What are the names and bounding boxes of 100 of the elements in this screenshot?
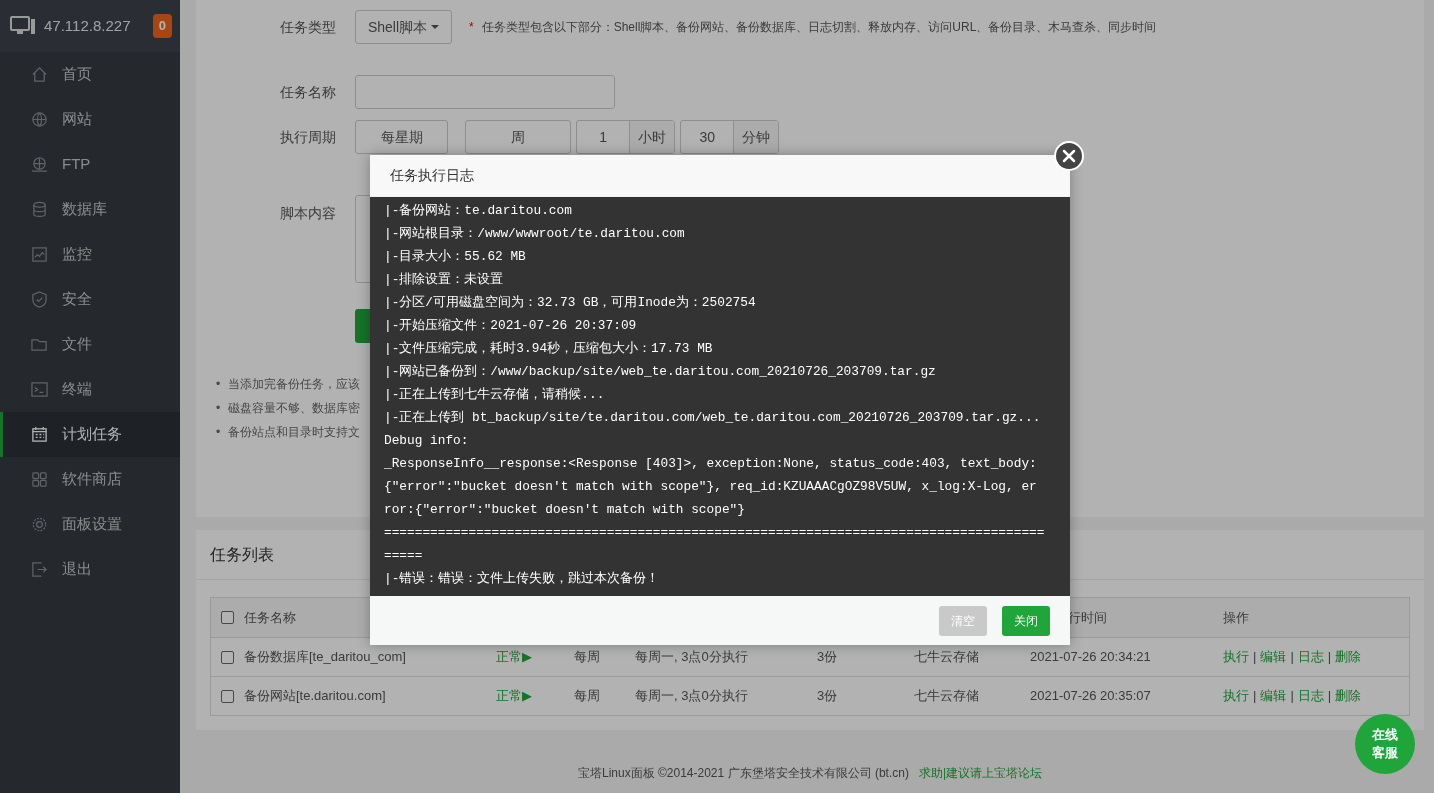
action-link[interactable]: 执行 [1223, 649, 1249, 665]
forum-link[interactable]: 求助|建议请上宝塔论坛 [918, 764, 1043, 782]
dialog-title: 任务执行日志 [390, 166, 474, 185]
separator: | [1253, 649, 1257, 665]
table-cell: 每周 [574, 688, 600, 704]
table-cell: 备份网站[te.daritou.com] [244, 688, 386, 704]
action-link[interactable]: 日志 [1297, 649, 1324, 665]
table-cell: 3份 [817, 649, 838, 665]
sidebar-item[interactable]: 计划任务 [0, 412, 180, 457]
copyright-text: 宝塔Linux面板 ©2014-2021 广东堡塔安全技术有限公司 (bt.cn) [577, 765, 909, 782]
server-ip: 47.112.8.227 [44, 15, 131, 36]
table-cell: 正常▶ [496, 688, 532, 704]
table-cell: 备份数据库[te_daritou_com] [244, 649, 406, 665]
required-mark: * [469, 19, 474, 36]
sidebar-item[interactable]: 终端 [0, 367, 180, 412]
close-button[interactable]: 关闭 [1002, 605, 1050, 636]
action-link[interactable]: 编辑 [1260, 688, 1287, 704]
log-line: |-网站根目录：/www/wwwroot/te.daritou.com [384, 225, 686, 243]
type-note: 任务类型包含以下部分：Shell脚本、备份网站、备份数据库、日志切割、释放内存、访问URL、备份目录、木马查杀、同步时间 [481, 19, 1157, 36]
sidebar-item[interactable]: 数据库 [0, 187, 180, 232]
bullet: • [216, 376, 221, 393]
field-label: 执行周期 [280, 127, 337, 147]
monitor-icon [10, 16, 36, 36]
table-cell: 七牛云存储 [914, 688, 979, 704]
tip-text: 备份站点和目录时支持文 [228, 424, 361, 441]
terminal-icon [31, 381, 48, 398]
sidebar-item[interactable]: 面板设置 [0, 502, 180, 547]
table-cell: 正常▶ [496, 649, 532, 665]
log-line: ====================================================================================== [384, 524, 1046, 542]
checkbox[interactable] [221, 689, 234, 703]
log-line: |-正在上传到 bt_backup/site/te.daritou.com/web_te.daritou.com_20210726_203709.tar.gz... [384, 409, 1042, 427]
online-support-button[interactable]: 在线客服 [1355, 714, 1415, 774]
sidebar-item[interactable]: 首页 [0, 52, 180, 97]
sidebar-item[interactable]: 网站 [0, 97, 180, 142]
log-line: |-错误：错误：文件上传失败，跳过本次备份！ [384, 570, 661, 588]
sidebar-item[interactable]: 文件 [0, 322, 180, 367]
action-link[interactable]: 删除 [1335, 649, 1362, 665]
grid-icon [31, 471, 48, 488]
shield-icon [31, 291, 48, 308]
separator: | [1290, 688, 1294, 704]
separator: | [1327, 688, 1332, 704]
globe-icon [31, 156, 48, 173]
log-line: |-文件压缩完成，耗时3.94秒，压缩包大小：17.73 MB [384, 340, 714, 358]
home-icon [31, 66, 48, 83]
log-line: Debug info: [384, 432, 470, 450]
column-header: 任务名称 [244, 609, 296, 625]
table-cell: 每周 [574, 649, 600, 665]
log-line: |-正在上传到七牛云存储，请稍候... [384, 386, 606, 404]
close-icon[interactable] [1054, 141, 1084, 171]
notification-count[interactable]: 0 [152, 14, 172, 38]
task-name-field[interactable] [355, 75, 615, 109]
table-cell: 七牛云存储 [914, 649, 979, 665]
bullet: • [216, 424, 221, 441]
table-cell: 每周一, 3点0分执行 [635, 649, 748, 665]
log-line: ror:{"error":"bucket doesn't match with scope"} [384, 501, 746, 519]
bullet: • [216, 400, 221, 417]
period-input[interactable]: 30 分钟 [680, 120, 779, 154]
checkbox[interactable] [221, 650, 234, 664]
table-cell: 2021-07-26 20:34:21 [1030, 649, 1151, 665]
tip-text: 磁盘容量不够、数据库密 [228, 400, 361, 417]
task-type-dropdown[interactable]: Shell脚本 [355, 10, 452, 44]
sidebar-item[interactable]: 安全 [0, 277, 180, 322]
sidebar-item[interactable]: 监控 [0, 232, 180, 277]
field-label: 任务类型 [280, 17, 337, 37]
folder-icon [31, 336, 48, 353]
sidebar-item[interactable]: FTP [0, 142, 180, 187]
table-cell: 3份 [817, 688, 838, 704]
log-line: _ResponseInfo__response:<Response [403]>, exception:None, status_code:403, text_body: [384, 455, 1038, 473]
globe-icon [31, 111, 48, 128]
panel-title: 任务列表 [210, 544, 274, 565]
period-dropdown[interactable]: 每星期 [355, 120, 448, 154]
action-link[interactable]: 执行 [1223, 688, 1249, 704]
field-label: 脚本内容 [280, 204, 337, 223]
checkbox[interactable] [221, 611, 234, 624]
caret-icon [431, 25, 440, 29]
log-line: |-网站已备份到：/www/backup/site/web_te.daritou.com_20210726_203709.tar.gz [384, 363, 937, 381]
action-link[interactable]: 日志 [1297, 688, 1324, 704]
log-line: |-目录大小：55.62 MB [384, 248, 527, 266]
logout-icon [31, 561, 48, 578]
separator: | [1290, 649, 1294, 665]
column-header: 操作 [1223, 609, 1249, 625]
log-line: ===== [384, 547, 424, 565]
period-dropdown[interactable]: 周 [465, 120, 571, 154]
separator: | [1253, 688, 1257, 704]
table-cell: 2021-07-26 20:35:07 [1030, 688, 1151, 704]
log-line: |-备份网站：te.daritou.com [384, 202, 573, 220]
sidebar-item[interactable]: 退出 [0, 547, 180, 592]
chart-icon [31, 246, 48, 263]
log-line: |-排除设置：未设置 [384, 271, 505, 289]
action-link[interactable]: 删除 [1335, 688, 1362, 704]
tip-text: 当添加完备份任务，应该 [228, 376, 361, 393]
separator: | [1327, 649, 1332, 665]
calendar-icon [31, 426, 48, 443]
log-line: |-分区/可用磁盘空间为：32.73 GB，可用Inode为：2502754 [384, 294, 757, 312]
log-line: |-开始压缩文件：2021-07-26 20:37:09 [384, 317, 638, 335]
field-label: 任务名称 [280, 82, 337, 102]
table-cell: 每周一, 3点0分执行 [635, 688, 748, 704]
period-input[interactable]: 1 小时 [576, 120, 675, 154]
action-link[interactable]: 编辑 [1260, 649, 1287, 665]
sidebar-item[interactable]: 软件商店 [0, 457, 180, 502]
